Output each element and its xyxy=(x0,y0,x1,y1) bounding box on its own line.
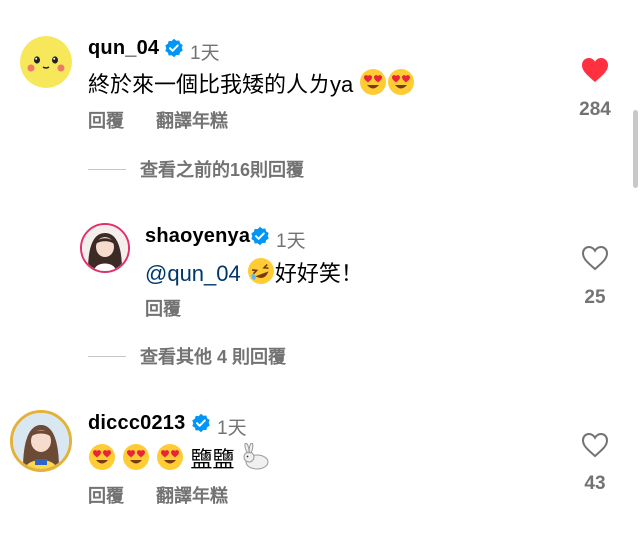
comment-text: 鹽鹽 xyxy=(88,442,271,474)
heart-outline-icon[interactable] xyxy=(580,244,610,272)
avatar-diccc0213[interactable] xyxy=(10,410,72,472)
heart-eyes-emoji xyxy=(89,444,115,470)
rolling-laughing-emoji xyxy=(247,258,274,284)
comment-body: 好好笑！ xyxy=(274,261,363,286)
heart-eyes-emoji xyxy=(123,444,150,470)
divider-line xyxy=(88,168,126,170)
heart-eyes-emoji xyxy=(157,444,184,470)
like-count: 43 xyxy=(584,473,606,494)
like-count: 25 xyxy=(584,287,606,308)
heart-outline-icon[interactable] xyxy=(580,431,610,459)
comment-time: 1天 xyxy=(217,418,247,439)
rabbit-emoji xyxy=(243,443,269,470)
comment-username[interactable]: qun_04 xyxy=(88,37,159,60)
comment-body: 終於來一個比我矮的人ㄌya xyxy=(88,72,354,97)
comment-body: 鹽鹽 xyxy=(190,447,235,472)
verified-badge-icon xyxy=(192,413,210,433)
heart-eyes-emoji xyxy=(388,69,415,95)
comment-time: 1天 xyxy=(276,231,306,252)
heart-filled-icon[interactable] xyxy=(580,56,610,84)
comment-text: @qun_04 好好笑！ xyxy=(145,256,363,288)
reply-button[interactable]: 回覆 xyxy=(145,295,181,321)
comment-text: 終於來一個比我矮的人ㄌya xyxy=(88,67,415,99)
view-previous-replies[interactable]: 查看之前的16則回覆 xyxy=(88,157,304,181)
comment-username[interactable]: diccc0213 xyxy=(88,412,185,435)
see-translation-button[interactable]: 翻譯年糕 xyxy=(156,482,228,508)
view-other-replies-label[interactable]: 查看其他 4 則回覆 xyxy=(140,343,286,369)
comment-time: 1天 xyxy=(190,43,220,64)
verified-badge-icon xyxy=(165,38,183,58)
reply-button[interactable]: 回覆 xyxy=(88,107,124,133)
comment-username[interactable]: shaoyenya xyxy=(145,225,250,248)
view-other-replies[interactable]: 查看其他 4 則回覆 xyxy=(88,344,286,368)
see-translation-button[interactable]: 翻譯年糕 xyxy=(156,107,228,133)
heart-eyes-emoji xyxy=(360,69,387,95)
like-count: 284 xyxy=(579,99,611,120)
reply-button[interactable]: 回覆 xyxy=(88,482,124,508)
avatar-qun-04[interactable] xyxy=(20,36,72,88)
divider-line xyxy=(88,355,126,357)
verified-badge-icon xyxy=(251,226,269,246)
avatar-shaoyenya[interactable] xyxy=(80,223,130,273)
scrollbar[interactable] xyxy=(633,110,638,188)
mention-link[interactable]: @qun_04 xyxy=(145,261,241,286)
view-previous-replies-label[interactable]: 查看之前的16則回覆 xyxy=(140,156,304,182)
